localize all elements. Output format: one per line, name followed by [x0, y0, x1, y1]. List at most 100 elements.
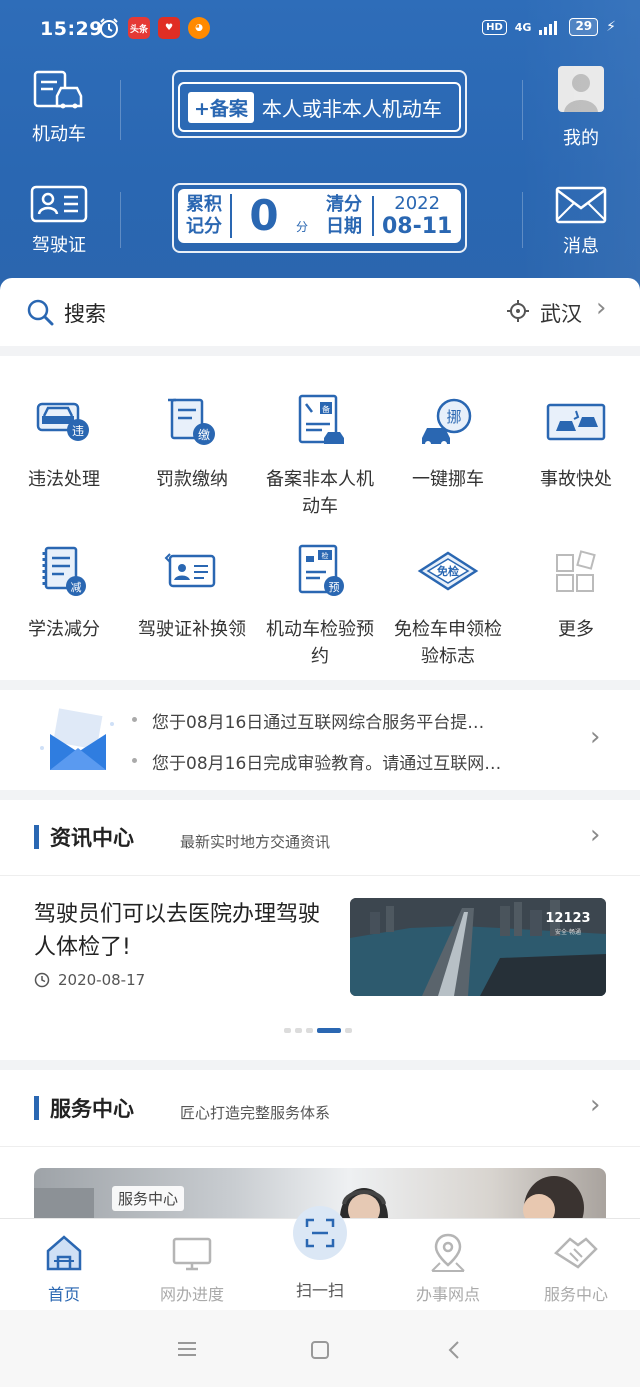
carousel-dot [345, 1028, 352, 1033]
more-icon [544, 540, 608, 604]
score-inner: 累积 记分 0 分 清分 日期 2022 08-11 [178, 189, 461, 243]
register-plate-button[interactable]: +备案 本人或非本人机动车 [172, 70, 467, 138]
tab-locations[interactable]: 办事网点 [384, 1231, 512, 1305]
messages-button[interactable]: 消息 [550, 186, 612, 258]
service-move-car[interactable]: 挪 一键挪车 [384, 390, 512, 493]
license-label: 驾驶证 [32, 235, 86, 256]
fox-icon: ◕ [188, 17, 210, 39]
score-separator-2 [372, 196, 374, 236]
service-accident[interactable]: 事故快处 [512, 390, 640, 493]
chevron-right-icon: › [596, 293, 607, 323]
back-icon[interactable] [446, 1339, 462, 1361]
handshake-icon [554, 1237, 598, 1269]
vehicle-doc-icon [33, 70, 83, 109]
notice-bullet [132, 717, 137, 722]
menu-icon[interactable] [176, 1340, 198, 1358]
notice-line-1[interactable]: 您于08月16日通过互联网综合服务平台提… [152, 708, 592, 733]
system-nav-bar [0, 1310, 640, 1387]
clock-icon [34, 972, 50, 988]
service-label: 备案非本人机动车 [266, 469, 374, 517]
score-unit: 分 [296, 220, 309, 234]
service-label: 事故快处 [540, 469, 612, 490]
notice-line-2[interactable]: 您于08月16日完成审验教育。请通过互联网… [152, 749, 592, 774]
image-subcaption: 安全·畅通 [555, 928, 581, 936]
header-divider-right-2 [522, 192, 523, 248]
news-section-title[interactable]: 资讯中心 [50, 822, 134, 852]
spacer [0, 790, 640, 800]
home-icon [46, 1235, 82, 1271]
clear-date: 2022 08-11 [382, 193, 452, 239]
header-divider-left-2 [120, 192, 121, 248]
section-accent-bar [34, 825, 39, 849]
news-article-title[interactable]: 驾驶员们可以去医院办理驾驶人体检了! [34, 898, 334, 964]
envelope-icon [40, 708, 114, 770]
carousel-dot [284, 1028, 291, 1033]
avatar [558, 66, 604, 112]
score-card[interactable]: 累积 记分 0 分 清分 日期 2022 08-11 [172, 183, 467, 253]
carousel-dot [306, 1028, 313, 1033]
clear-date-label: 清分 日期 [316, 194, 372, 238]
service-license-renew[interactable]: 驾驶证补换领 [128, 540, 256, 643]
move-car-icon: 挪 [416, 390, 480, 454]
carousel-dot-active [317, 1028, 341, 1033]
tab-label: 网办进度 [159, 1285, 224, 1304]
notification-icons: 头条 ♥ ◕ [98, 17, 210, 39]
license-button[interactable]: 驾驶证 [28, 185, 90, 257]
service-label: 一键挪车 [412, 469, 484, 490]
home-square-icon[interactable] [310, 1340, 330, 1360]
service-section-title[interactable]: 服务中心 [50, 1093, 134, 1123]
plate-tag: +备案 [188, 91, 254, 123]
service-exempt[interactable]: 免检 免检车申领检验标志 [384, 540, 512, 670]
clear-year: 2022 [394, 193, 441, 214]
plate-inner: +备案 本人或非本人机动车 [178, 82, 461, 132]
header-divider-right [522, 80, 523, 140]
score-label: 累积 记分 [178, 194, 230, 238]
city-selector[interactable]: 武汉 [540, 298, 582, 328]
register-icon: 备 [288, 390, 352, 454]
status-time: 15:29 [40, 18, 103, 40]
vehicle-button[interactable]: 机动车 [28, 68, 90, 146]
violation-icon: 违 [32, 390, 96, 454]
exempt-icon: 免检 [416, 540, 480, 604]
service-register[interactable]: 备 备案非本人机动车 [256, 390, 384, 520]
status-bar: 15:29 头条 ♥ ◕ HD 4G 29 ⚡ [0, 0, 640, 58]
study-badge: 减 [71, 581, 82, 594]
mine-button[interactable]: 我的 [550, 66, 612, 150]
study-icon: 减 [32, 540, 96, 604]
section-accent-bar [34, 1096, 39, 1120]
news-article-image[interactable]: 12123 安全·畅通 [350, 898, 606, 996]
tab-label: 首页 [47, 1285, 80, 1304]
service-more[interactable]: 更多 [512, 540, 640, 643]
news-section-subtitle: 最新实时地方交通资讯 [180, 833, 331, 851]
mail-icon [555, 186, 607, 224]
service-study[interactable]: 减 学法减分 [0, 540, 128, 643]
spacer [0, 680, 640, 690]
tab-home[interactable]: 首页 [0, 1231, 128, 1305]
scan-button[interactable] [293, 1206, 347, 1260]
battery-indicator: 29 [569, 18, 599, 36]
notice-panel[interactable]: 您于08月16日通过互联网综合服务平台提… 您于08月16日完成审验教育。请通过… [0, 690, 640, 790]
register-badge: 备 [322, 404, 330, 414]
chevron-right-icon[interactable]: › [590, 820, 600, 850]
service-label: 免检车申领检验标志 [394, 619, 502, 667]
tab-label: 服务中心 [543, 1285, 608, 1304]
notice-bullet [132, 758, 137, 763]
service-label: 机动车检验预约 [266, 619, 374, 667]
carousel-indicator [284, 1028, 352, 1033]
header-divider-left [120, 80, 121, 140]
service-violation[interactable]: 违 违法处理 [0, 390, 128, 493]
clear-label-line1: 清分 [326, 194, 362, 215]
search-bar[interactable]: 搜索 武汉 › [0, 278, 640, 346]
alarm-icon [100, 18, 118, 38]
service-inspection-booking[interactable]: 检预 机动车检验预约 [256, 540, 384, 670]
service-label: 学法减分 [28, 619, 100, 640]
city-bridge-image: 12123 安全·畅通 [350, 898, 606, 996]
tab-progress[interactable]: 网办进度 [128, 1231, 256, 1305]
chevron-right-icon[interactable]: › [590, 1090, 600, 1120]
service-banner-tag: 服务中心 [112, 1186, 185, 1211]
service-fine[interactable]: 缴 罚款缴纳 [128, 390, 256, 493]
tab-scan[interactable]: 扫一扫 [256, 1271, 384, 1301]
header: 15:29 头条 ♥ ◕ HD 4G 29 ⚡ 机动车 驾驶证 +备案 本人或非… [0, 0, 640, 300]
tab-service-center[interactable]: 服务中心 [512, 1231, 640, 1305]
search-input[interactable]: 搜索 [64, 298, 106, 328]
